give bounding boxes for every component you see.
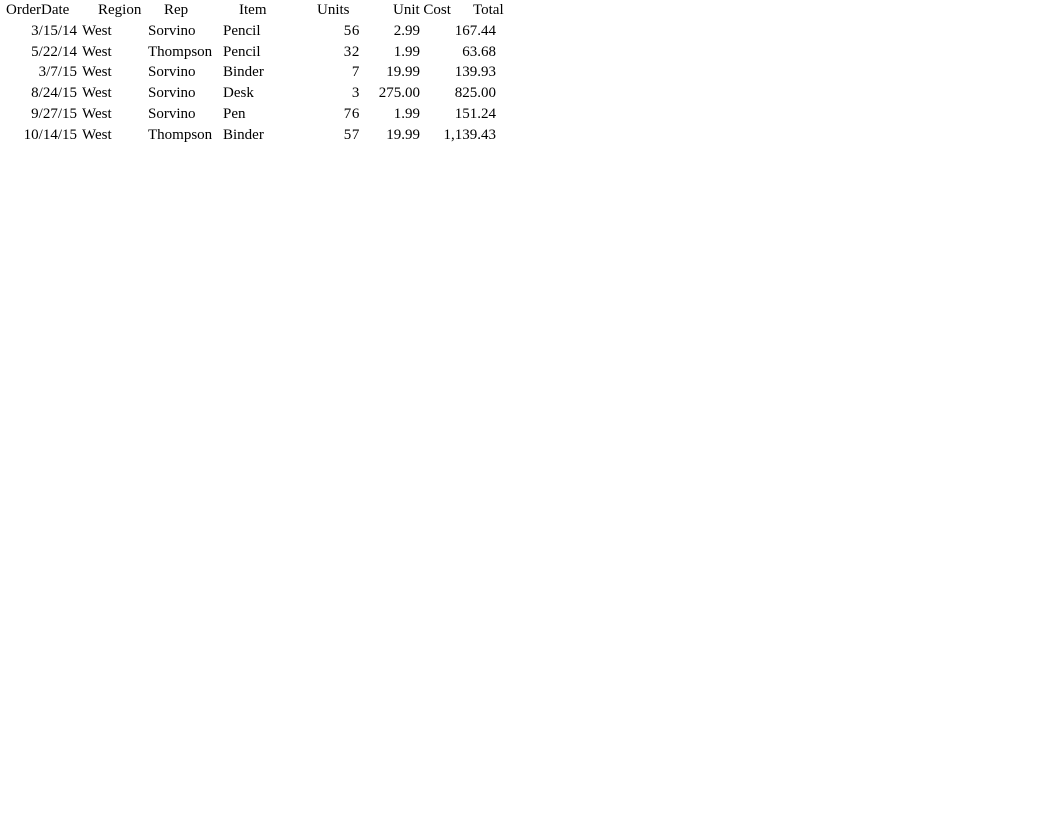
cell-rep[interactable]: Sorvino bbox=[148, 104, 218, 125]
cell-orderdate[interactable]: 3/15/14 bbox=[0, 21, 77, 42]
cell-units[interactable]: 3 bbox=[288, 83, 360, 104]
cell-region[interactable]: West bbox=[77, 104, 148, 125]
column-header-units[interactable]: Units bbox=[304, 0, 389, 21]
cell-orderdate[interactable]: 3/7/15 bbox=[0, 62, 77, 83]
cell-orderdate[interactable]: 9/27/15 bbox=[0, 104, 77, 125]
cell-rep[interactable]: Sorvino bbox=[148, 21, 218, 42]
table-body: 3/15/14 West Sorvino Pencil 56 2.99 167.44 5/22… bbox=[0, 21, 549, 146]
cell-region[interactable]: West bbox=[77, 83, 148, 104]
column-header-rep[interactable]: Rep bbox=[164, 0, 234, 21]
cell-unitcost[interactable]: 19.99 bbox=[360, 62, 420, 83]
sheet-canvas: OrderDate Region Rep Item Units Unit Cost Tota… bbox=[0, 0, 1062, 822]
cell-total[interactable]: 167.44 bbox=[420, 21, 496, 42]
cell-item[interactable]: Desk bbox=[218, 83, 288, 104]
cell-region[interactable]: West bbox=[77, 62, 148, 83]
cell-item[interactable]: Pen bbox=[218, 104, 288, 125]
cell-units[interactable]: 32 bbox=[288, 42, 360, 63]
cell-rep[interactable]: Thompson bbox=[148, 125, 218, 146]
cell-unitcost[interactable]: 1.99 bbox=[360, 42, 420, 63]
cell-total[interactable]: 1,139.43 bbox=[420, 125, 497, 146]
cell-unitcost[interactable]: 2.99 bbox=[360, 21, 420, 42]
column-header-region[interactable]: Region bbox=[83, 0, 164, 21]
cell-item[interactable]: Pencil bbox=[218, 21, 288, 42]
cell-rep[interactable]: Sorvino bbox=[148, 62, 218, 83]
cell-orderdate[interactable]: 8/24/15 bbox=[0, 83, 77, 104]
table-row[interactable]: 10/14/15 West Thompson Binder 57 19.99 1,139.4… bbox=[0, 125, 549, 146]
table-row[interactable]: 9/27/15 West Sorvino Pen 76 1.99 151.24 bbox=[0, 104, 549, 125]
column-header-unitcost[interactable]: Unit Cost bbox=[389, 0, 453, 21]
cell-orderdate[interactable]: 10/14/15 bbox=[0, 125, 77, 146]
cell-units[interactable]: 56 bbox=[288, 21, 360, 42]
cell-unitcost[interactable]: 275.00 bbox=[360, 83, 420, 104]
cell-orderdate[interactable]: 5/22/14 bbox=[0, 42, 77, 63]
cell-units[interactable]: 57 bbox=[288, 125, 360, 146]
cell-unitcost[interactable]: 19.99 bbox=[360, 125, 420, 146]
cell-unitcost[interactable]: 1.99 bbox=[360, 104, 420, 125]
cell-total[interactable]: 151.24 bbox=[420, 104, 496, 125]
cell-rep[interactable]: Thompson bbox=[148, 42, 218, 63]
column-header-orderdate[interactable]: OrderDate bbox=[0, 0, 83, 21]
cell-item[interactable]: Pencil bbox=[218, 42, 288, 63]
column-header-total[interactable]: Total bbox=[453, 0, 549, 21]
cell-region[interactable]: West bbox=[77, 42, 148, 63]
table-row[interactable]: 5/22/14 West Thompson Pencil 32 1.99 63.68 bbox=[0, 42, 549, 63]
table-row[interactable]: 8/24/15 West Sorvino Desk 3 275.00 825.00 bbox=[0, 83, 549, 104]
table-row[interactable]: 3/15/14 West Sorvino Pencil 56 2.99 167.44 bbox=[0, 21, 549, 42]
column-header-item[interactable]: Item bbox=[234, 0, 304, 21]
table-header-row: OrderDate Region Rep Item Units Unit Cost Tota… bbox=[0, 0, 549, 21]
cell-region[interactable]: West bbox=[77, 125, 148, 146]
cell-region[interactable]: West bbox=[77, 21, 148, 42]
cell-units[interactable]: 7 bbox=[288, 62, 360, 83]
cell-units[interactable]: 76 bbox=[288, 104, 360, 125]
cell-total[interactable]: 63.68 bbox=[420, 42, 496, 63]
cell-item[interactable]: Binder bbox=[218, 125, 288, 146]
cell-total[interactable]: 139.93 bbox=[420, 62, 496, 83]
order-records-table: OrderDate Region Rep Item Units Unit Cost Tota… bbox=[0, 0, 549, 146]
cell-rep[interactable]: Sorvino bbox=[148, 83, 218, 104]
cell-total[interactable]: 825.00 bbox=[420, 83, 496, 104]
cell-item[interactable]: Binder bbox=[218, 62, 288, 83]
table-row[interactable]: 3/7/15 West Sorvino Binder 7 19.99 139.93 bbox=[0, 62, 549, 83]
